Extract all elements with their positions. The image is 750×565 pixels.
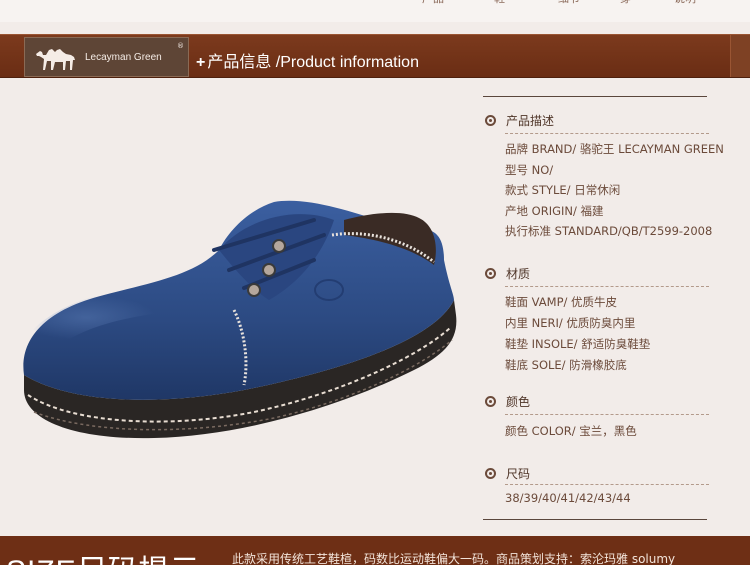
spec-line: 内里 NERI/ 优质防臭内里 bbox=[505, 316, 636, 330]
bullet-ring-icon bbox=[485, 115, 496, 126]
bullet-ring-icon bbox=[485, 268, 496, 279]
registered-mark: ® bbox=[177, 42, 184, 50]
section-size-heading: 尺码 bbox=[483, 465, 530, 483]
spec-line: 颜色 COLOR/ 宝兰，黑色 bbox=[505, 424, 637, 438]
spec-line: 型号 NO/ bbox=[505, 163, 554, 177]
top-tab-2[interactable]: 鞋 bbox=[494, 0, 505, 5]
bullet-ring-icon bbox=[485, 468, 496, 479]
spec-line: 执行标准 STANDARD/QB/T2599-2008 bbox=[505, 224, 713, 238]
section-heading-text: 材质 bbox=[506, 267, 531, 281]
top-tab-strip: 产品 鞋 细节 穿 说明 bbox=[0, 0, 750, 22]
dotted-divider bbox=[505, 133, 709, 134]
top-tab-4[interactable]: 穿 bbox=[620, 0, 631, 5]
top-tab-3[interactable]: 细节 bbox=[558, 0, 580, 5]
header-edge bbox=[730, 35, 750, 77]
top-tab-5[interactable]: 说明 bbox=[674, 0, 696, 5]
section-material-heading: 材质 bbox=[483, 265, 530, 283]
dotted-divider bbox=[505, 286, 709, 287]
section-heading-text: 产品描述 bbox=[506, 114, 555, 128]
spec-line: 品牌 BRAND/ 骆驼王 LECAYMAN GREEN bbox=[505, 142, 724, 156]
spec-line: 款式 STYLE/ 日常休闲 bbox=[505, 183, 621, 197]
spec-line: 鞋垫 INSOLE/ 舒适防臭鞋垫 bbox=[505, 337, 651, 351]
camel-logo-icon bbox=[36, 49, 75, 70]
brand-name: Lecayman Green bbox=[85, 52, 162, 63]
bullet-ring-icon bbox=[485, 396, 496, 407]
bottom-rule bbox=[483, 519, 707, 520]
section-color-heading: 颜色 bbox=[483, 393, 530, 411]
section-header-bar: Lecayman Green ® + 产品信息 /Product informat… bbox=[0, 34, 750, 78]
size-tip-note: 此款采用传统工艺鞋楦，码数比运动鞋偏大一码。商品策划支持：索沦玛雅 solumy bbox=[232, 552, 676, 565]
section-description-heading: 产品描述 bbox=[483, 112, 554, 130]
section-title-text: 产品信息 /Product information bbox=[207, 54, 419, 71]
product-shoe-image bbox=[23, 200, 457, 439]
section-heading-text: 颜色 bbox=[506, 395, 531, 409]
spec-line: 鞋底 SOLE/ 防滑橡胶底 bbox=[505, 358, 627, 372]
size-tip-title: SIZE尺码提示 bbox=[6, 546, 201, 565]
dotted-divider bbox=[505, 414, 709, 415]
plus-icon: + bbox=[196, 54, 206, 71]
top-tab-1[interactable]: 产品 bbox=[422, 0, 444, 5]
product-info-panel: 产品描述 品牌 BRAND/ 骆驼王 LECAYMAN GREEN 型号 NO/… bbox=[483, 96, 743, 526]
spec-line: 鞋面 VAMP/ 优质牛皮 bbox=[505, 295, 618, 309]
top-rule bbox=[483, 96, 707, 97]
brand-logo: Lecayman Green ® bbox=[24, 37, 189, 77]
section-title: + 产品信息 /Product information bbox=[196, 48, 419, 72]
size-list: 38/39/40/41/42/43/44 bbox=[505, 491, 631, 505]
spec-line: 产地 ORIGIN/ 福建 bbox=[505, 204, 604, 218]
section-heading-text: 尺码 bbox=[506, 467, 531, 481]
dotted-divider bbox=[505, 484, 709, 485]
size-tip-bar: SIZE尺码提示 此款采用传统工艺鞋楦，码数比运动鞋偏大一码。商品策划支持：索沦… bbox=[0, 536, 750, 565]
